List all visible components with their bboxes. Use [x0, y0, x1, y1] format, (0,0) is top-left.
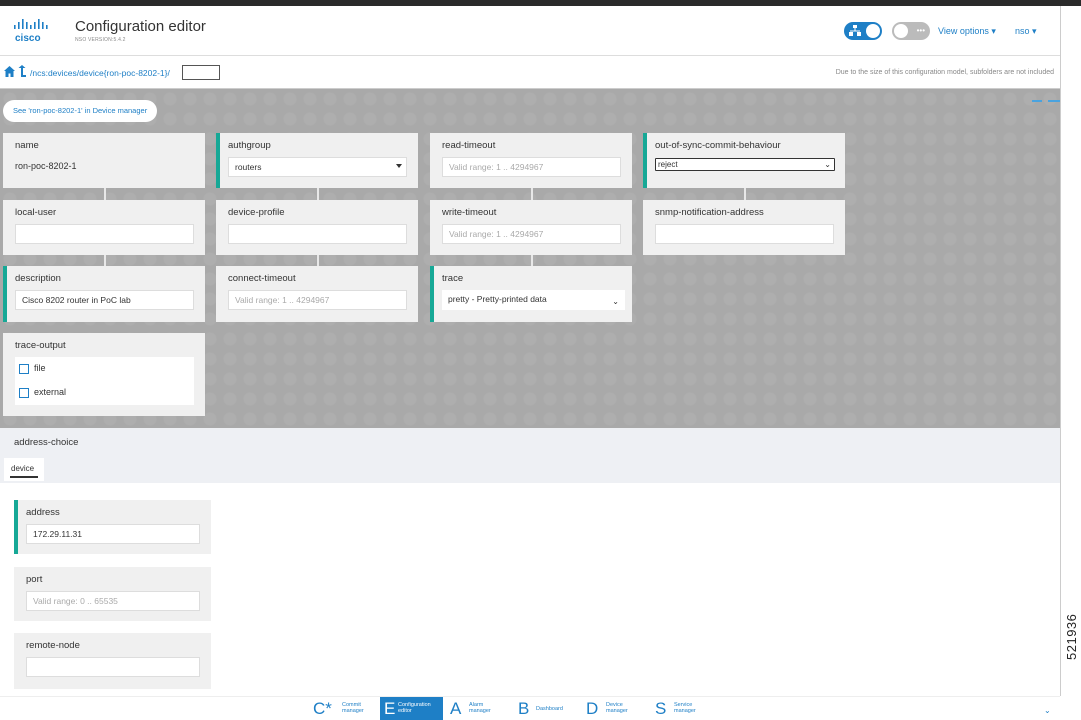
chevron-down-icon: ⌄ — [824, 160, 831, 169]
svg-text:cisco: cisco — [15, 33, 41, 44]
field-trace: trace pretty - Pretty-printed data ⌄ — [430, 266, 632, 322]
dropdown-arrow-icon — [396, 164, 402, 168]
field-connect-timeout: connect-timeout Valid range: 1 .. 429496… — [216, 266, 418, 322]
tree-icon — [849, 25, 861, 36]
address-input[interactable]: 172.29.11.31 — [26, 524, 200, 544]
row-connector — [744, 188, 746, 200]
user-menu[interactable]: nso ▾ — [1015, 26, 1037, 37]
row-connector — [104, 255, 106, 266]
field-local-user: local-user — [3, 200, 205, 255]
field-label: read-timeout — [442, 140, 496, 151]
row-connector — [317, 188, 319, 200]
field-read-timeout: read-timeout Valid range: 1 .. 4294967 — [430, 133, 632, 188]
path-bar: /ncs:devices/device{ron-poc-8202-1}/ Due… — [0, 57, 1060, 89]
row-connector — [531, 188, 533, 200]
field-label: address — [26, 507, 60, 518]
chevron-down-icon: ⌄ — [612, 297, 619, 306]
row-connector — [104, 188, 106, 200]
app-switcher: C* Commit manager E Configuration editor A… — [0, 696, 1060, 720]
nav-alarm-manager[interactable]: A Alarm manager — [450, 697, 508, 720]
local-user-input[interactable] — [15, 224, 194, 244]
field-label: port — [26, 574, 43, 585]
field-device-profile: device-profile — [216, 200, 418, 255]
address-choice-section: address-choice device — [0, 428, 1060, 483]
chevron-down-icon[interactable]: ⌄ — [1044, 706, 1051, 715]
app-header: cisco Configuration editor NSO VERSION:5… — [0, 6, 1060, 56]
page-edge — [1060, 6, 1061, 696]
nav-device-manager[interactable]: D Device manager — [586, 697, 644, 720]
row-connector — [317, 255, 319, 266]
nav-service-manager[interactable]: S Service manager — [655, 697, 715, 720]
tab-device[interactable]: device — [4, 458, 44, 481]
field-port: port Valid range: 0 .. 65535 — [14, 567, 211, 621]
field-label: local-user — [15, 207, 57, 218]
read-timeout-input[interactable]: Valid range: 1 .. 4294967 — [442, 157, 621, 177]
field-label: write-timeout — [442, 207, 497, 218]
up-level-icon[interactable] — [18, 65, 26, 77]
nav-dashboard[interactable]: B Dashboard — [518, 697, 578, 720]
view-options-menu[interactable]: View options ▾ — [938, 26, 996, 37]
field-label: trace — [442, 273, 464, 284]
device-profile-input[interactable] — [228, 224, 407, 244]
field-write-timeout: write-timeout Valid range: 1 .. 4294967 — [430, 200, 632, 255]
field-address: address 172.29.11.31 — [14, 500, 211, 554]
breadcrumb[interactable]: /ncs:devices/device{ron-poc-8202-1}/ — [30, 68, 170, 78]
field-label: connect-timeout — [228, 273, 296, 284]
port-input[interactable]: Valid range: 0 .. 65535 — [26, 591, 200, 611]
remote-node-input[interactable] — [26, 657, 200, 677]
field-remote-node: remote-node — [14, 633, 211, 689]
field-label: device-profile — [228, 207, 285, 218]
field-label: snmp-notification-address — [655, 207, 764, 218]
subfolder-note: Due to the size of this configuration mo… — [835, 69, 1054, 76]
authgroup-select[interactable]: routers — [228, 157, 407, 177]
checkbox[interactable] — [19, 363, 29, 374]
description-input[interactable]: Cisco 8202 router in PoC lab — [15, 290, 194, 310]
figure-id: 521936 — [1064, 613, 1079, 660]
field-label: trace-output — [15, 340, 66, 351]
home-icon[interactable] — [4, 66, 15, 77]
connect-timeout-input[interactable]: Valid range: 1 .. 4294967 — [228, 290, 407, 310]
more-icon: ••• — [916, 26, 925, 35]
field-snmp-notification-address: snmp-notification-address — [643, 200, 845, 255]
field-name: name ron-poc-8202-1 — [3, 133, 205, 188]
cisco-logo: cisco — [14, 19, 48, 44]
field-description: description Cisco 8202 router in PoC lab — [3, 266, 205, 322]
row-connector — [531, 255, 533, 266]
see-in-device-manager-button[interactable]: See 'ron-poc-8202-1' in Device manager — [3, 100, 158, 122]
field-out-of-sync-commit-behaviour: out-of-sync-commit-behaviour reject ⌄ — [643, 133, 845, 188]
out-of-sync-select[interactable]: reject ⌄ — [655, 158, 835, 171]
write-timeout-input[interactable]: Valid range: 1 .. 4294967 — [442, 224, 621, 244]
field-label: authgroup — [228, 140, 271, 151]
path-input[interactable] — [182, 65, 220, 80]
section-title: address-choice — [14, 437, 79, 448]
name-value: ron-poc-8202-1 — [15, 161, 77, 171]
nav-configuration-editor[interactable]: E Configuration editor — [380, 697, 443, 720]
field-trace-output: trace-output file external — [3, 333, 205, 416]
field-label: remote-node — [26, 640, 80, 651]
page-title: Configuration editor — [75, 18, 206, 35]
option-file[interactable]: file — [19, 363, 46, 374]
field-label: out-of-sync-commit-behaviour — [655, 140, 781, 151]
checkbox[interactable] — [19, 387, 29, 398]
more-view-toggle[interactable]: ••• — [892, 22, 930, 40]
tree-view-toggle[interactable] — [844, 22, 882, 40]
option-external[interactable]: external — [19, 387, 66, 398]
device-choice-panel: address 172.29.11.31 port Valid range: 0… — [0, 483, 1060, 696]
minimap-indicator[interactable] — [1032, 100, 1060, 103]
trace-select[interactable]: pretty - Pretty-printed data ⌄ — [442, 290, 625, 310]
snmp-notification-address-input[interactable] — [655, 224, 834, 244]
nav-commit-manager[interactable]: C* Commit manager — [313, 697, 377, 720]
field-label: name — [15, 140, 39, 151]
version-label: NSO VERSION:5.4.2 — [75, 37, 126, 43]
field-label: description — [15, 273, 61, 284]
field-authgroup: authgroup routers — [216, 133, 418, 188]
app-window: cisco Configuration editor NSO VERSION:5… — [0, 0, 1081, 720]
